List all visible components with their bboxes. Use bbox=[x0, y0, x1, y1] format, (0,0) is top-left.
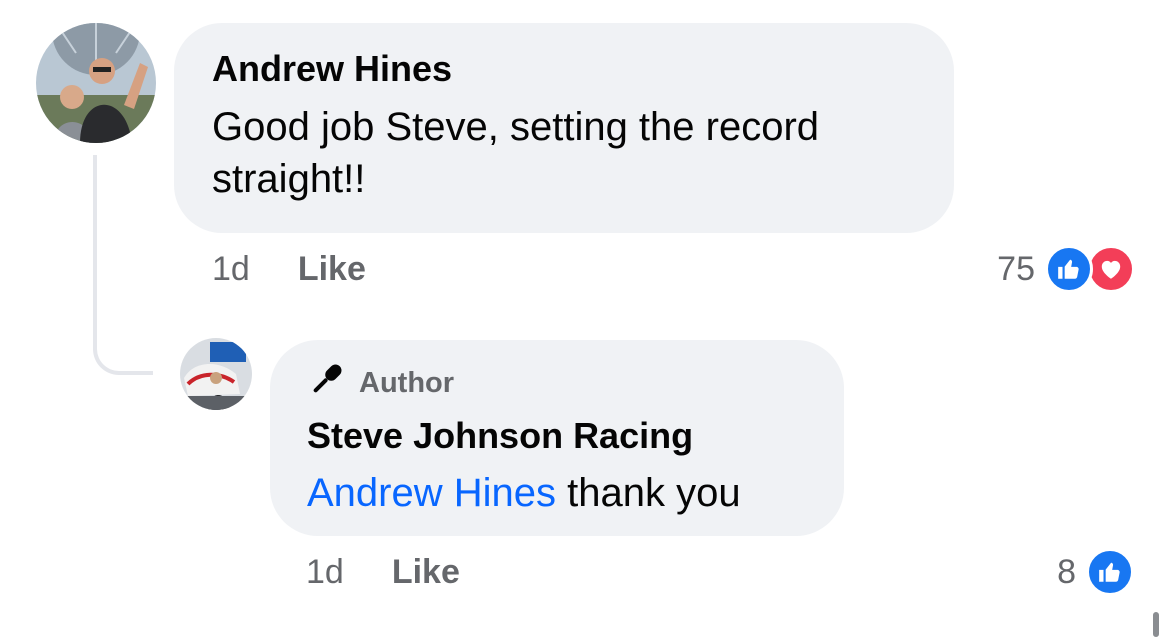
reaction-count: 75 bbox=[997, 249, 1035, 288]
reply-actions: 1d Like bbox=[306, 553, 460, 592]
reply-thread-connector bbox=[93, 155, 153, 375]
comment-text: Good job Steve, setting the record strai… bbox=[212, 105, 820, 201]
reply-text: Andrew Hines thank you bbox=[307, 464, 807, 522]
avatar-steve-johnson-racing[interactable] bbox=[180, 338, 252, 410]
mention-link[interactable]: Andrew Hines bbox=[307, 471, 556, 515]
microphone-icon bbox=[307, 361, 347, 405]
comment-timestamp[interactable]: 1d bbox=[212, 250, 250, 289]
comment-like-button[interactable]: Like bbox=[298, 250, 366, 289]
reply-message: thank you bbox=[556, 471, 741, 515]
author-badge-label: Author bbox=[359, 366, 455, 399]
like-icon bbox=[1045, 245, 1093, 293]
author-badge: Author bbox=[307, 364, 807, 402]
reply-like-button[interactable]: Like bbox=[392, 553, 460, 592]
reply-bubble: Author Steve Johnson Racing Andrew Hines… bbox=[270, 340, 844, 536]
comment-bubble: Andrew Hines Good job Steve, setting the… bbox=[174, 23, 954, 233]
reply-author-name[interactable]: Steve Johnson Racing bbox=[307, 412, 807, 460]
reply-timestamp[interactable]: 1d bbox=[306, 553, 344, 592]
comment-actions: 1d Like bbox=[212, 250, 366, 289]
comment-reactions[interactable]: 75 bbox=[997, 245, 1135, 293]
scrollbar-thumb[interactable] bbox=[1153, 612, 1159, 637]
reaction-count: 8 bbox=[1057, 552, 1076, 591]
comment-author-name[interactable]: Andrew Hines bbox=[212, 45, 916, 93]
like-icon bbox=[1086, 548, 1134, 596]
reply-reactions[interactable]: 8 bbox=[1057, 548, 1134, 596]
love-icon bbox=[1087, 245, 1135, 293]
avatar-andrew-hines[interactable] bbox=[36, 23, 156, 143]
